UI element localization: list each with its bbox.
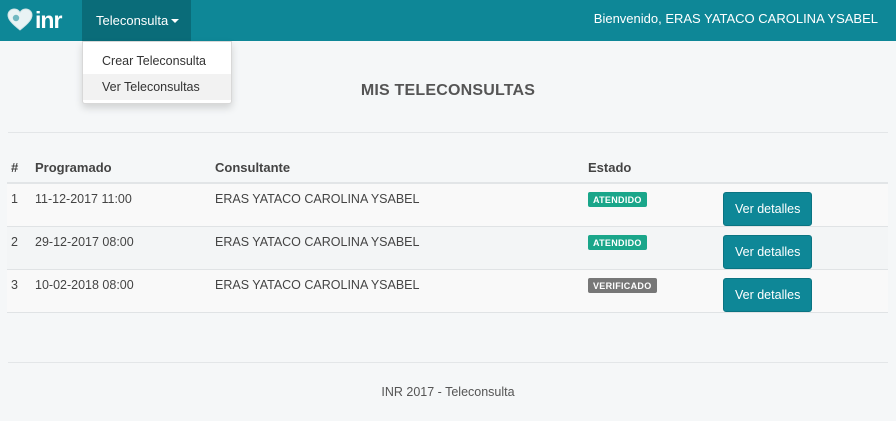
column-header-actions bbox=[719, 152, 888, 184]
ver-detalles-button[interactable]: Ver detalles bbox=[723, 192, 813, 226]
row-number: 2 bbox=[7, 226, 31, 270]
row-consultante: ERAS YATACO CAROLINA YSABEL bbox=[211, 269, 584, 313]
row-estado: ATENDIDO bbox=[584, 183, 719, 227]
footer-text: INR 2017 - Teleconsulta bbox=[381, 385, 515, 399]
menu-item-crear-teleconsulta[interactable]: Crear Teleconsulta bbox=[83, 48, 231, 74]
row-consultante: ERAS YATACO CAROLINA YSABEL bbox=[211, 226, 584, 270]
column-header-number: # bbox=[7, 152, 31, 184]
status-badge: ATENDIDO bbox=[588, 192, 647, 207]
ver-detalles-button[interactable]: Ver detalles bbox=[723, 278, 813, 312]
table-row: 2 29-12-2017 08:00 ERAS YATACO CAROLINA … bbox=[7, 226, 888, 270]
row-programado: 10-02-2018 08:00 bbox=[31, 269, 211, 313]
status-badge: ATENDIDO bbox=[588, 235, 647, 250]
table-row: 1 11-12-2017 11:00 ERAS YATACO CAROLINA … bbox=[7, 183, 888, 227]
column-header-estado: Estado bbox=[584, 152, 719, 184]
teleconsulta-menu-label: Teleconsulta bbox=[96, 13, 169, 28]
row-action: Ver detalles bbox=[719, 183, 888, 227]
menu-item-ver-teleconsultas[interactable]: Ver Teleconsultas bbox=[83, 74, 231, 100]
divider bbox=[8, 132, 888, 133]
row-estado: ATENDIDO bbox=[584, 226, 719, 270]
teleconsulta-menu-toggle[interactable]: Teleconsulta bbox=[82, 0, 191, 41]
column-header-programado: Programado bbox=[31, 152, 211, 184]
teleconsulta-dropdown-menu: Crear Teleconsulta Ver Teleconsultas bbox=[82, 41, 232, 104]
brand-logo[interactable]: inr bbox=[7, 6, 71, 34]
row-programado: 11-12-2017 11:00 bbox=[31, 183, 211, 227]
teleconsultas-table: # Programado Consultante Estado 1 11-12-… bbox=[7, 152, 888, 313]
column-header-consultante: Consultante bbox=[211, 152, 584, 184]
status-badge: VERIFICADO bbox=[588, 278, 657, 293]
table-header-row: # Programado Consultante Estado bbox=[7, 152, 888, 184]
ver-detalles-button[interactable]: Ver detalles bbox=[723, 235, 813, 269]
heart-logo-icon bbox=[7, 8, 33, 31]
welcome-text: Bienvenido, ERAS YATACO CAROLINA YSABEL bbox=[593, 11, 878, 26]
brand-text: inr bbox=[35, 6, 62, 33]
row-estado: VERIFICADO bbox=[584, 269, 719, 313]
row-action: Ver detalles bbox=[719, 269, 888, 313]
caret-down-icon bbox=[171, 19, 180, 23]
row-number: 3 bbox=[7, 269, 31, 313]
top-navbar: inr Teleconsulta Bienvenido, ERAS YATACO… bbox=[0, 0, 896, 41]
row-programado: 29-12-2017 08:00 bbox=[31, 226, 211, 270]
row-action: Ver detalles bbox=[719, 226, 888, 270]
table-row: 3 10-02-2018 08:00 ERAS YATACO CAROLINA … bbox=[7, 269, 888, 313]
row-number: 1 bbox=[7, 183, 31, 227]
divider bbox=[8, 362, 888, 363]
row-consultante: ERAS YATACO CAROLINA YSABEL bbox=[211, 183, 584, 227]
